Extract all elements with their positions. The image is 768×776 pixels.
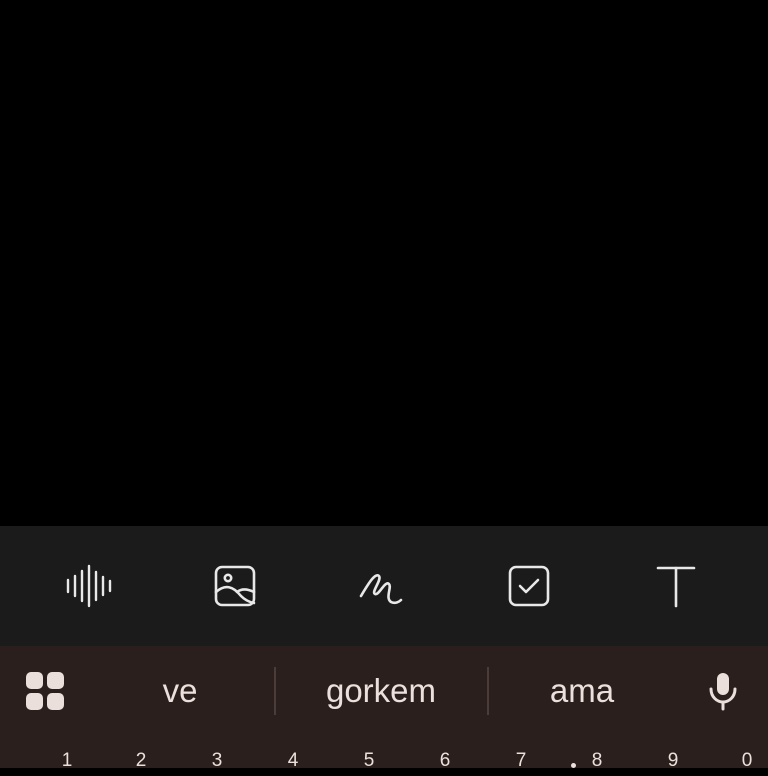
key-5[interactable]: 5	[349, 750, 389, 772]
microphone-icon	[709, 673, 737, 711]
key-9[interactable]: 9	[653, 750, 693, 772]
insert-image-button[interactable]	[205, 556, 265, 616]
key-7[interactable]: 7	[501, 750, 541, 772]
keyboard-apps-button[interactable]	[22, 668, 68, 714]
voice-recording-button[interactable]	[58, 556, 118, 616]
audio-waveform-icon	[66, 564, 112, 608]
image-icon	[214, 565, 256, 607]
key-1[interactable]: 1	[47, 750, 87, 772]
number-row: 1 2 3 4 5 6 7 8 9 0	[0, 746, 768, 776]
keyboard: ve gorkem ama 1 2 3 4 5 6 7 8 9 0	[0, 646, 768, 771]
suggestion-divider	[274, 667, 276, 715]
text-format-button[interactable]	[646, 556, 706, 616]
checklist-button[interactable]	[499, 556, 559, 616]
key-8[interactable]: 8	[577, 750, 617, 772]
key-hint-dot	[571, 763, 576, 768]
suggestion-divider	[487, 667, 489, 715]
note-toolbar	[0, 526, 768, 646]
key-6[interactable]: 6	[425, 750, 465, 772]
suggestion-1[interactable]: ve	[100, 668, 260, 714]
checkbox-icon	[508, 565, 550, 607]
text-format-icon	[656, 566, 696, 608]
handwriting-squiggle-icon	[359, 574, 403, 605]
key-2[interactable]: 2	[121, 750, 161, 772]
key-0[interactable]: 0	[727, 750, 767, 772]
key-3[interactable]: 3	[197, 750, 237, 772]
drawing-button[interactable]	[351, 556, 411, 616]
suggestion-bar: ve gorkem ama	[0, 646, 768, 736]
suggestion-3[interactable]: ama	[502, 668, 662, 714]
voice-input-button[interactable]	[700, 666, 746, 716]
note-content-area[interactable]	[0, 0, 768, 526]
key-4[interactable]: 4	[273, 750, 313, 772]
suggestion-2[interactable]: gorkem	[290, 668, 472, 714]
